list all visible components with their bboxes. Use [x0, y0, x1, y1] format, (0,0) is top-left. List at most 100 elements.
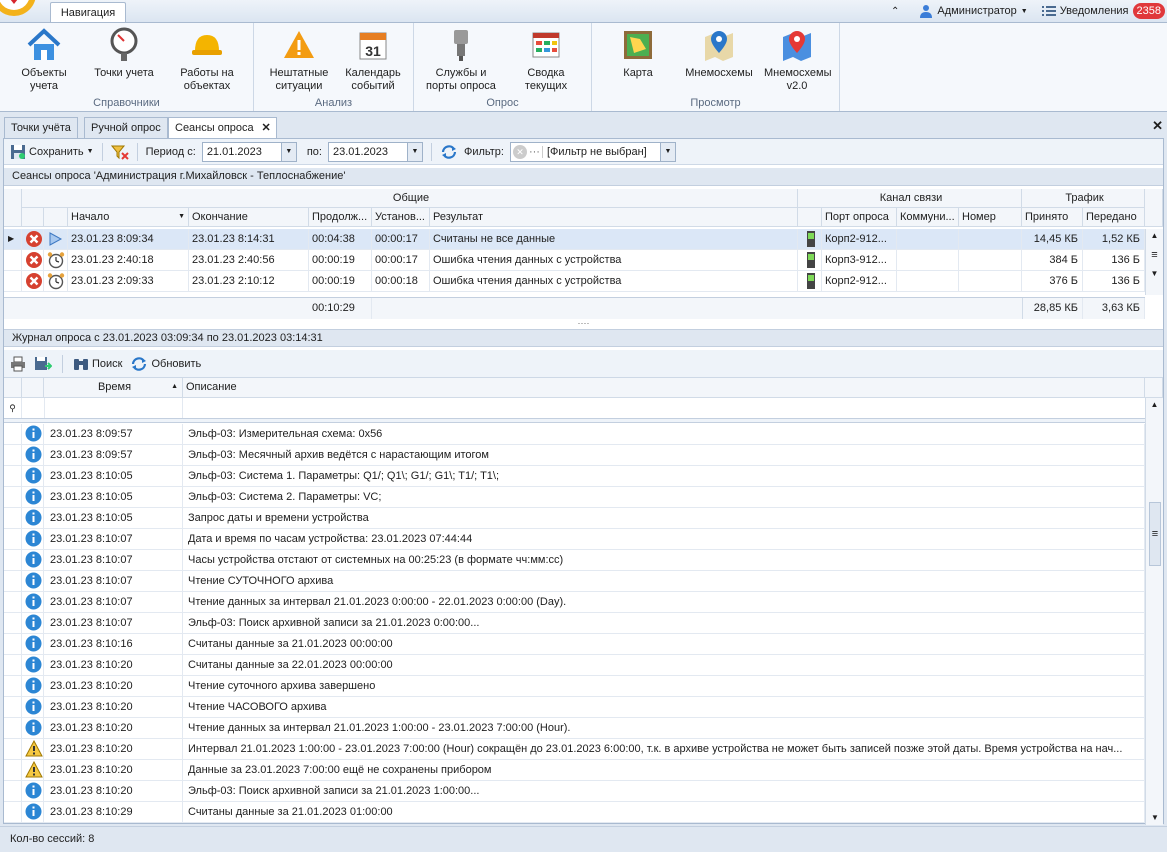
search-button[interactable]: Поиск [73, 356, 122, 372]
map-button[interactable]: Карта [606, 27, 670, 97]
col-received[interactable]: Принято [1022, 208, 1083, 227]
scroll-up-icon[interactable]: ▲ [1146, 229, 1163, 243]
export-icon[interactable] [34, 356, 52, 372]
col-port[interactable]: Порт опроса [822, 208, 897, 227]
period-to-field[interactable]: 23.01.2023 ▼ [327, 141, 423, 162]
scroll-up-icon[interactable]: ▲ [1146, 398, 1163, 412]
splitter-handle[interactable]: ···· [4, 319, 1163, 329]
session-row[interactable]: ▶ 23.01.23 8:09:34 23.01.23 8:14:31 00:0… [4, 229, 1145, 250]
col-sent[interactable]: Передано [1083, 208, 1145, 227]
user-menu[interactable]: Администратор ▼ [919, 4, 1028, 18]
log-row[interactable]: 23.01.23 8:10:20 Интервал 21.01.2023 1:00… [4, 739, 1145, 760]
services-button[interactable]: Службы и порты опроса [422, 27, 500, 97]
print-icon[interactable] [10, 356, 26, 372]
sessions-toolbar: Сохранить ▼ Период с: 21.01.2023 ▼ по: 2… [4, 139, 1163, 165]
tab-poll-sessions[interactable]: Сеансы опроса ✕ [168, 117, 277, 140]
session-row[interactable]: 23.01.23 2:09:33 23.01.23 2:10:12 00:00:… [4, 271, 1145, 292]
close-all-icon[interactable]: ✕ [1152, 118, 1163, 134]
scroll-down-icon[interactable]: ▼ [1146, 267, 1163, 281]
log-row[interactable]: 23.01.23 8:10:20 Чтение ЧАСОВОГО архива [4, 697, 1145, 718]
scroll-down-icon[interactable]: ▼ [1146, 811, 1164, 825]
col-description[interactable]: Описание [183, 378, 1145, 398]
document-tabs: Точки учёта Ручной опрос Сеансы опроса ✕… [0, 115, 1167, 140]
col-type[interactable] [44, 208, 68, 227]
log-row[interactable]: 23.01.23 8:10:20 Считаны данные за 22.01.… [4, 655, 1145, 676]
points-button[interactable]: Точки учета [88, 27, 160, 97]
log-row[interactable]: 23.01.23 8:09:57 Эльф-03: Измерительная с… [4, 424, 1145, 445]
tab-navigation[interactable]: Навигация [50, 2, 126, 23]
refresh-icon[interactable] [440, 144, 458, 160]
filter-cell-time[interactable] [44, 398, 183, 418]
log-row[interactable]: 23.01.23 8:10:20 Чтение данных за интерва… [4, 718, 1145, 739]
refresh-icon [132, 356, 147, 371]
log-row[interactable]: 23.01.23 8:10:20 Чтение суточного архива … [4, 676, 1145, 697]
log-row[interactable]: 23.01.23 8:10:20 Эльф-03: Поиск архивной … [4, 781, 1145, 802]
log-row[interactable]: 23.01.23 8:10:07 Эльф-03: Поиск архивной … [4, 613, 1145, 634]
col-setup[interactable]: Установ... [372, 208, 430, 227]
filter-select[interactable]: ✕ ··· [Фильтр не выбран] ▼ [509, 141, 676, 162]
notifications-button[interactable]: Уведомления 2358 [1041, 3, 1165, 19]
col-end[interactable]: Окончание [189, 208, 309, 227]
refresh-button[interactable]: Обновить [130, 356, 201, 372]
clear-icon[interactable]: ✕ [512, 144, 527, 159]
log-row[interactable]: 23.01.23 8:10:05 Запрос даты и времени ус… [4, 508, 1145, 529]
works-button[interactable]: Работы на объектах [172, 27, 242, 97]
auto-filter-row[interactable]: ⚲ [4, 398, 1145, 419]
log-row[interactable]: 23.01.23 8:10:29 Считаны данные за 21.01.… [4, 802, 1145, 823]
emergency-button[interactable]: Нештатные ситуации [264, 27, 334, 97]
col-time[interactable]: Время ▲ [44, 378, 183, 398]
log-row[interactable]: 23.01.23 8:10:07 Чтение СУТОЧНОГО архива [4, 571, 1145, 592]
sessions-caption: Сеансы опроса 'Администрация г.Михайловс… [4, 168, 1163, 186]
chevron-down-icon[interactable]: ▼ [406, 142, 422, 161]
cell-result: Ошибка чтения данных с устройства [430, 250, 798, 270]
scroll-thumb[interactable]: ≡ [1149, 502, 1161, 566]
sessions-grid: Общие Канал связи Трафик Начало ▼ Окончан… [4, 189, 1163, 319]
col-number[interactable]: Номер [959, 208, 1022, 227]
log-row[interactable]: 23.01.23 8:10:20 Данные за 23.01.2023 7:0… [4, 760, 1145, 781]
tab-points[interactable]: Точки учёта [4, 117, 78, 139]
chevron-down-icon[interactable]: ▼ [659, 142, 675, 161]
period-from-field[interactable]: 21.01.2023 ▼ [201, 141, 297, 162]
log-row[interactable]: 23.01.23 8:10:05 Эльф-03: Система 2. Пара… [4, 487, 1145, 508]
save-button[interactable]: Сохранить ▼ [10, 144, 94, 160]
summary-button[interactable]: Сводка текущих [514, 27, 578, 97]
app-logo-icon[interactable] [0, 0, 38, 18]
collapse-ribbon-icon[interactable]: ⌃ [891, 6, 899, 17]
calendar-button[interactable]: 31 Календарь событий [340, 27, 406, 97]
cell-time: 23.01.23 8:10:20 [44, 718, 183, 738]
clear-filter-icon[interactable] [110, 144, 129, 160]
mnemo-button[interactable]: Мнемосхемы [682, 27, 756, 97]
ribbon-group-poll: Службы и порты опроса Сводка текущих Опр… [414, 23, 592, 111]
col-type[interactable] [22, 378, 44, 398]
col-status[interactable] [22, 208, 44, 227]
binoculars-icon [74, 358, 88, 370]
scroll-thumb[interactable]: ≡ [1146, 249, 1163, 261]
total-received: 28,85 КБ [1022, 298, 1083, 319]
info-icon [22, 550, 44, 570]
col-duration[interactable]: Продолж... [309, 208, 372, 227]
col-result[interactable]: Результат [430, 208, 798, 227]
tab-manual-poll[interactable]: Ручной опрос [84, 117, 168, 139]
log-row[interactable]: 23.01.23 8:10:07 Дата и время по часам ус… [4, 529, 1145, 550]
log-row[interactable]: 23.01.23 8:10:16 Считаны данные за 21.01.… [4, 634, 1145, 655]
cell-comm [897, 229, 959, 249]
sort-asc-icon: ▲ [171, 383, 178, 390]
col-port-icon[interactable] [798, 208, 822, 227]
sessions-scrollbar[interactable]: ▲ ≡ ▼ [1145, 229, 1163, 295]
journal-scrollbar[interactable]: ▲ ≡ ▼ [1145, 398, 1163, 825]
ellipsis-button[interactable]: ··· [527, 145, 543, 158]
log-row[interactable]: 23.01.23 8:10:05 Эльф-03: Система 1. Пара… [4, 466, 1145, 487]
close-tab-icon[interactable]: ✕ [261, 118, 270, 138]
chevron-down-icon[interactable]: ▼ [280, 142, 296, 161]
session-row[interactable]: 23.01.23 2:40:18 23.01.23 2:40:56 00:00:… [4, 250, 1145, 271]
title-bar: Навигация ⌃ Администратор ▼ Уведомления … [0, 0, 1167, 23]
cell-description: Эльф-03: Система 2. Параметры: VC; [183, 487, 1145, 507]
log-row[interactable]: 23.01.23 8:10:07 Чтение данных за интерва… [4, 592, 1145, 613]
log-row[interactable]: 23.01.23 8:10:07 Часы устройства отстают … [4, 550, 1145, 571]
col-comm[interactable]: Коммуни... [897, 208, 959, 227]
col-start[interactable]: Начало ▼ [68, 208, 189, 227]
log-row[interactable]: 23.01.23 8:09:57 Эльф-03: Месячный архив … [4, 445, 1145, 466]
mnemo-v2-button[interactable]: Мнемосхемы v2.0 [762, 27, 832, 97]
objects-button[interactable]: Объекты учета [12, 27, 76, 97]
grid-corner [4, 378, 22, 398]
